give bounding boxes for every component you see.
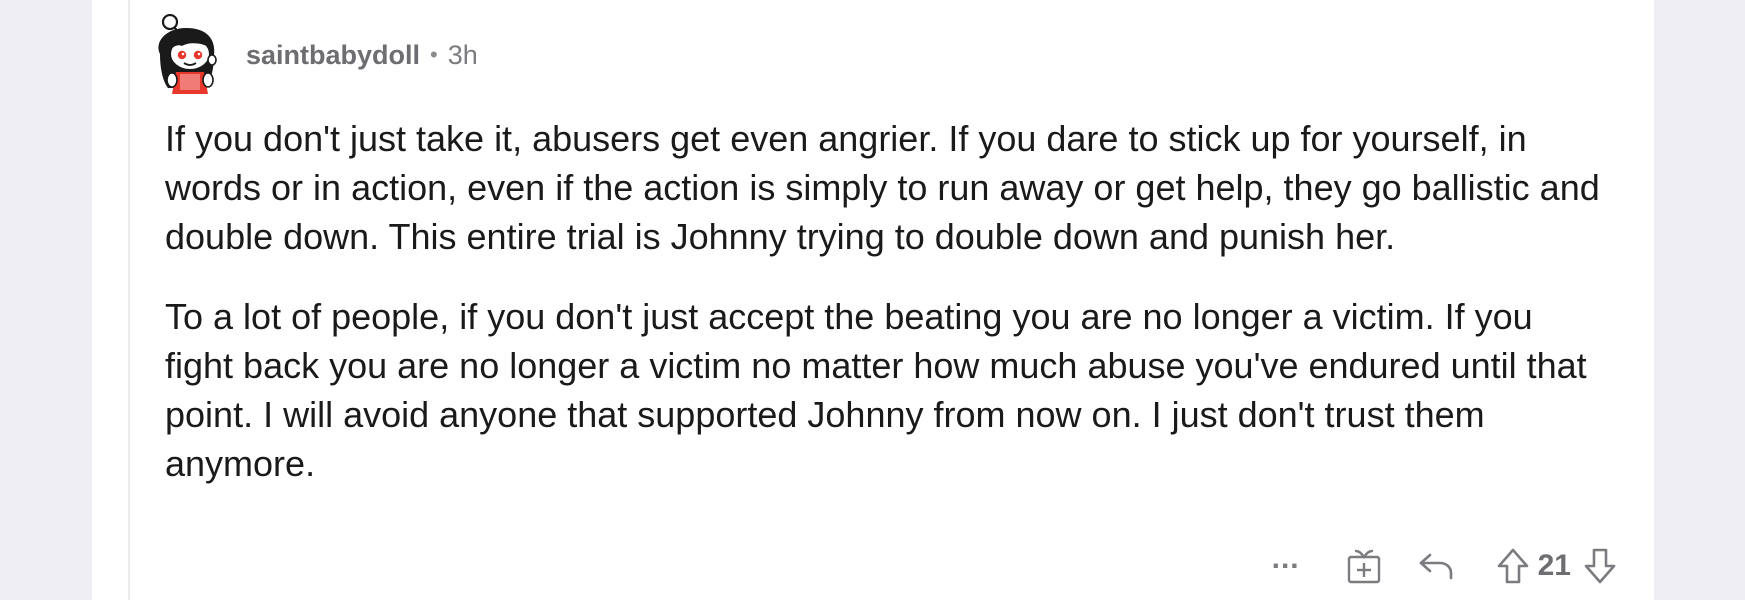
meta-separator: • [430, 42, 438, 67]
comment-actions: ... 21 [1272, 544, 1617, 588]
comment-timestamp: 3h [447, 39, 478, 70]
snoo-avatar-icon [158, 13, 217, 94]
user-avatar[interactable] [152, 13, 226, 96]
thread-line[interactable] [128, 0, 130, 600]
comment-paragraph: If you don't just take it, abusers get e… [165, 118, 1600, 257]
more-options-button[interactable]: ... [1272, 544, 1300, 583]
reply-button[interactable] [1418, 551, 1454, 581]
upvote-button[interactable] [1496, 547, 1530, 585]
downvote-icon [1584, 548, 1616, 584]
vote-count: 21 [1537, 549, 1571, 582]
comment-paragraph: To a lot of people, if you don't just ac… [165, 296, 1587, 484]
reply-icon [1419, 553, 1452, 580]
award-button[interactable] [1346, 547, 1382, 585]
downvote-button[interactable] [1583, 547, 1617, 585]
upvote-icon [1497, 548, 1528, 584]
award-icon [1347, 549, 1380, 584]
comment-username[interactable]: saintbabydoll [246, 40, 420, 71]
comment-body: If you don't just take it, abusers get e… [165, 114, 1605, 488]
comment-header: saintbabydoll • 3h [152, 10, 478, 100]
